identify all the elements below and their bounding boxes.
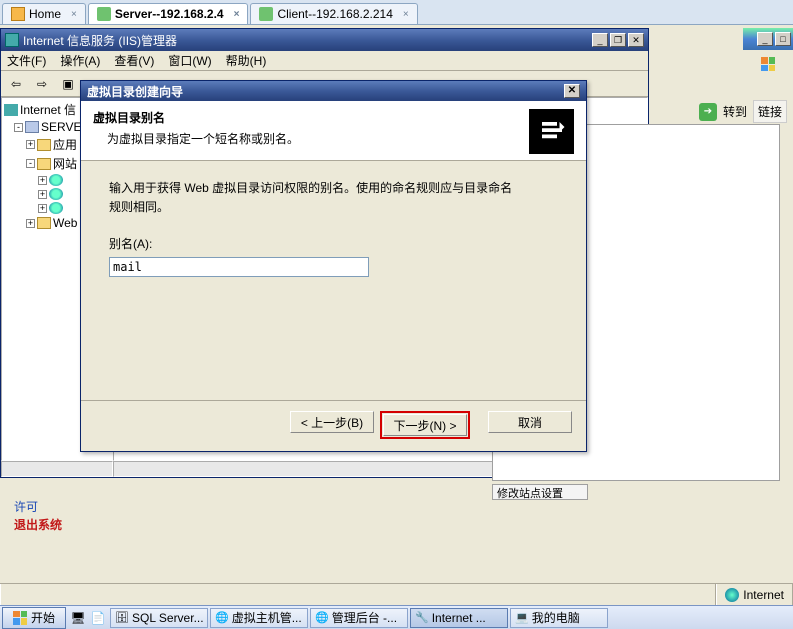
wizard-header: 虚拟目录别名 为虚拟目录指定一个短名称或别名。 (81, 101, 586, 161)
expand-icon[interactable]: + (38, 190, 47, 199)
collapse-icon[interactable]: - (14, 123, 23, 132)
iis-root-icon (4, 104, 18, 116)
modify-site-settings[interactable]: 修改站点设置 (492, 484, 588, 500)
iis-menubar: 文件(F) 操作(A) 查看(V) 窗口(W) 帮助(H) (1, 51, 648, 71)
menu-help[interactable]: 帮助(H) (226, 52, 267, 69)
wizard-banner-icon (529, 109, 574, 154)
minimize-button[interactable]: _ (757, 32, 773, 46)
maximize-button[interactable]: □ (775, 32, 791, 46)
menu-view[interactable]: 查看(V) (114, 52, 154, 69)
wizard-instruction-2: 规则相同。 (109, 198, 558, 217)
menu-window[interactable]: 窗口(W) (168, 52, 211, 69)
close-icon[interactable]: × (234, 9, 240, 20)
status-internet: Internet (743, 588, 784, 602)
cancel-button[interactable]: 取消 (488, 411, 572, 433)
globe-icon (725, 588, 739, 602)
tab-client-label: Client--192.168.2.214 (277, 7, 392, 21)
tab-home[interactable]: Home × (2, 3, 86, 24)
windows-taskbar: 开始 🖥 📄 🗄 SQL Server... 🌐 虚拟主机管... 🌐 管理后台… (0, 605, 793, 629)
windows-flag-icon (761, 57, 787, 77)
menu-file[interactable]: 文件(F) (7, 52, 46, 69)
close-button[interactable]: ✕ (564, 84, 580, 98)
virtual-directory-wizard: 虚拟目录创建向导 ✕ 虚拟目录别名 为虚拟目录指定一个短名称或别名。 输入用于获… (80, 80, 587, 452)
wizard-subheading: 为虚拟目录指定一个短名称或别名。 (93, 130, 299, 147)
quicklaunch-app[interactable]: 📄 (88, 608, 108, 628)
tab-home-label: Home (29, 7, 61, 21)
iis-app-icon (5, 33, 19, 47)
next-button-highlight: 下一步(N) > (380, 411, 470, 439)
tab-server-label: Server--192.168.2.4 (115, 7, 224, 21)
wizard-instruction-1: 输入用于获得 Web 虚拟目录访问权限的别名。使用的命名规则应与目录命名 (109, 179, 558, 198)
close-icon[interactable]: × (71, 9, 77, 20)
link-exit-system[interactable]: 退出系统 (14, 516, 62, 534)
link-permit[interactable]: 许可 (14, 498, 62, 516)
status-left (0, 584, 716, 605)
folder-icon (37, 217, 51, 229)
back-button[interactable]: ⇦ (5, 73, 27, 95)
wizard-titlebar: 虚拟目录创建向导 ✕ (81, 81, 586, 101)
start-button[interactable]: 开始 (2, 607, 66, 629)
globe-icon (49, 174, 63, 186)
links-button[interactable]: 链接 (753, 100, 787, 123)
tree-webext[interactable]: Web (53, 216, 77, 230)
home-icon (11, 7, 25, 21)
alias-input[interactable] (109, 257, 369, 277)
browser-tab-bar: Home × Server--192.168.2.4 × Client--192… (0, 0, 793, 25)
expand-icon[interactable]: + (38, 176, 47, 185)
address-bar-right: ➔ 转到 链接 (699, 100, 787, 123)
wizard-body: 输入用于获得 Web 虚拟目录访问权限的别名。使用的命名规则应与目录命名 规则相… (81, 161, 586, 295)
browser-statusbar: Internet (0, 583, 793, 605)
menu-action[interactable]: 操作(A) (60, 52, 100, 69)
wizard-heading: 虚拟目录别名 (93, 109, 299, 126)
close-button[interactable]: ✕ (628, 33, 644, 47)
wizard-title: 虚拟目录创建向导 (87, 83, 183, 100)
expand-icon[interactable]: + (38, 204, 47, 213)
client-icon (259, 7, 273, 21)
up-button[interactable]: ▣ (57, 73, 79, 95)
restore-button[interactable]: ❐ (610, 33, 626, 47)
minimize-button[interactable]: _ (592, 33, 608, 47)
expand-icon[interactable]: + (26, 219, 35, 228)
left-nav-links: 许可 退出系统 (14, 498, 62, 534)
folder-icon (37, 158, 51, 170)
tab-server[interactable]: Server--192.168.2.4 × (88, 3, 249, 24)
os-window-controls: _ □ (743, 28, 793, 50)
iis-titlebar: Internet 信息服务 (IIS)管理器 _ ❐ ✕ (1, 29, 648, 51)
server-icon (25, 121, 39, 133)
tree-websites[interactable]: 网站 (53, 155, 77, 172)
task-iis[interactable]: 🔧 Internet ... (410, 608, 508, 628)
go-label[interactable]: 转到 (723, 103, 747, 120)
forward-button[interactable]: ⇨ (31, 73, 53, 95)
task-sql[interactable]: 🗄 SQL Server... (110, 608, 208, 628)
go-button-icon[interactable]: ➔ (699, 103, 717, 121)
globe-icon (49, 202, 63, 214)
status-zone: Internet (716, 584, 793, 605)
folder-icon (37, 139, 51, 151)
expand-icon[interactable]: + (26, 140, 35, 149)
alias-label: 别名(A): (109, 235, 558, 254)
close-icon[interactable]: × (403, 9, 409, 20)
tree-apppools[interactable]: 应用 (53, 136, 77, 153)
quicklaunch-desktop[interactable]: 🖥 (68, 608, 88, 628)
next-button[interactable]: 下一步(N) > (383, 414, 467, 436)
back-button[interactable]: < 上一步(B) (290, 411, 374, 433)
collapse-icon[interactable]: - (26, 159, 35, 168)
task-admin[interactable]: 🌐 管理后台 -... (310, 608, 408, 628)
tree-root[interactable]: Internet 信 (20, 101, 76, 118)
windows-flag-icon (13, 611, 27, 625)
start-label: 开始 (31, 609, 55, 626)
tree-hscrollbar[interactable] (1, 461, 113, 477)
iis-title: Internet 信息服务 (IIS)管理器 (23, 32, 177, 49)
wizard-footer: < 上一步(B) 下一步(N) > 取消 (81, 400, 586, 439)
task-mycomputer[interactable]: 💻 我的电脑 (510, 608, 608, 628)
task-vhost[interactable]: 🌐 虚拟主机管... (210, 608, 308, 628)
server-icon (97, 7, 111, 21)
globe-icon (49, 188, 63, 200)
tab-client[interactable]: Client--192.168.2.214 × (250, 3, 417, 24)
